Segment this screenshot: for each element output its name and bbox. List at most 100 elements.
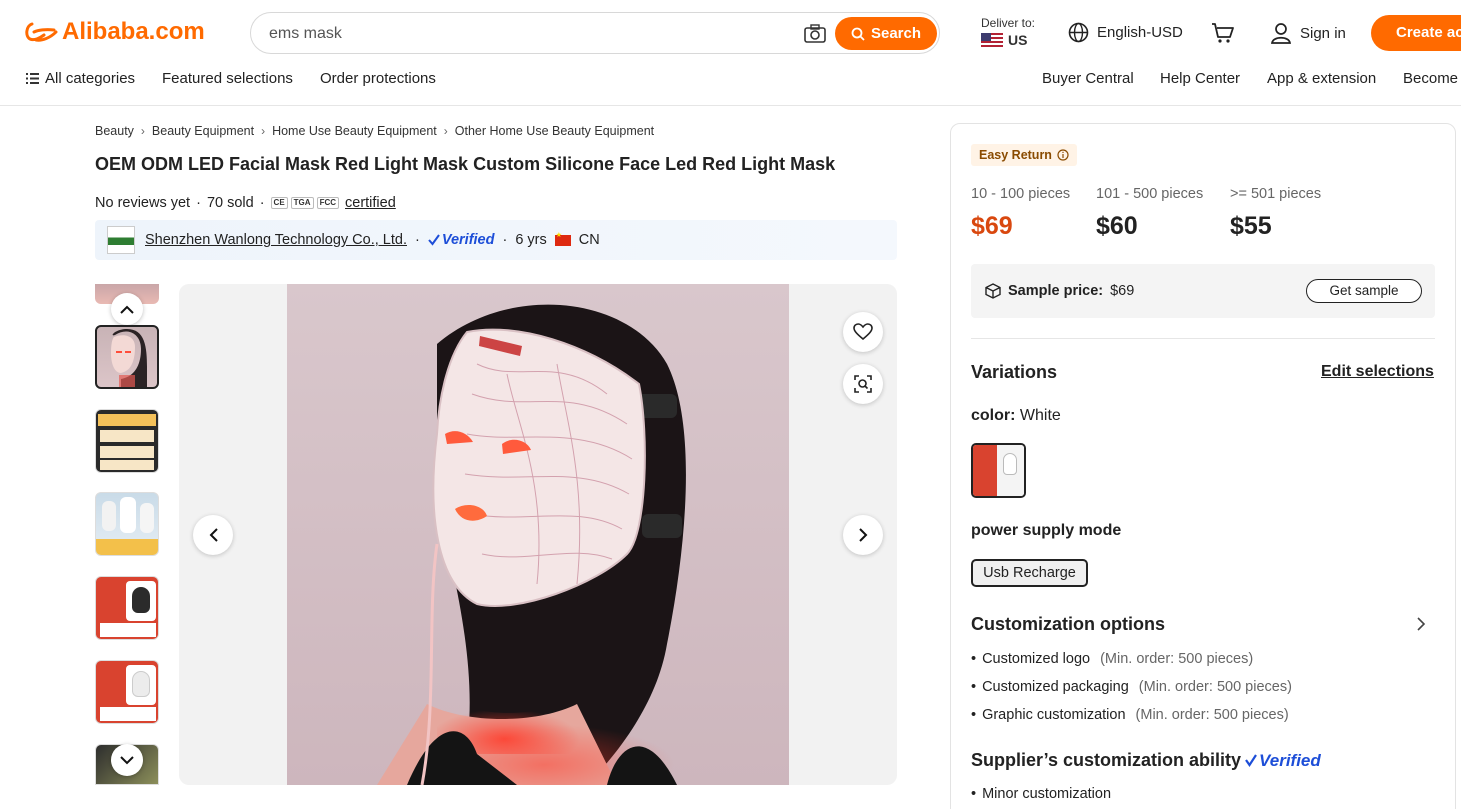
thumbnail[interactable]: [95, 409, 159, 473]
menu-icon: [26, 73, 39, 84]
usb-recharge-option[interactable]: Usb Recharge: [971, 559, 1088, 587]
chevron-down-icon: [120, 755, 134, 764]
search-icon: [851, 27, 865, 41]
price-tier-value: $69: [971, 212, 1013, 240]
nav-become-supplier[interactable]: Become: [1403, 70, 1458, 87]
thumbnail-active[interactable]: [95, 325, 159, 389]
verified-label: Verified: [441, 232, 495, 248]
product-image-gallery: [179, 284, 897, 785]
deliver-country: US: [1008, 32, 1028, 48]
easy-return-label: Easy Return: [979, 148, 1052, 162]
price-tier-value: $55: [1230, 212, 1272, 240]
customization-ability-name: Minor customization: [982, 786, 1112, 802]
camera-search-icon[interactable]: [803, 24, 827, 44]
nav-featured-selections[interactable]: Featured selections: [162, 70, 293, 87]
box-icon: [985, 283, 1001, 299]
favorite-button[interactable]: [843, 312, 883, 352]
supplier-name-link[interactable]: Shenzhen Wanlong Technology Co., Ltd.: [145, 232, 407, 248]
supplier-logo: [107, 226, 135, 254]
search-button[interactable]: Search: [835, 17, 937, 50]
chevron-right-icon[interactable]: [1417, 617, 1426, 631]
customization-min-order: (Min. order: 500 pieces): [1135, 707, 1289, 723]
search-input[interactable]: [269, 22, 789, 46]
customization-min-order: (Min. order: 500 pieces): [1138, 679, 1292, 695]
language-selector[interactable]: English-USD: [1068, 22, 1183, 43]
sample-price-box: Sample price: $69 Get sample: [971, 264, 1435, 318]
user-icon: [1271, 23, 1291, 44]
get-sample-button[interactable]: Get sample: [1306, 279, 1422, 303]
globe-icon: [1068, 22, 1089, 43]
breadcrumb-item[interactable]: Home Use Beauty Equipment: [272, 124, 437, 138]
thumbnail[interactable]: [95, 576, 159, 640]
sign-in-label: Sign in: [1300, 24, 1346, 42]
price-tier-range: >= 501 pieces: [1230, 186, 1322, 202]
color-label: color:: [971, 407, 1016, 424]
certified-link[interactable]: certified: [345, 195, 396, 211]
verified-check-icon: [1245, 753, 1257, 767]
bullet: •: [971, 707, 977, 723]
separator-dot: ·: [196, 195, 201, 211]
edit-selections-link[interactable]: Edit selections: [1321, 363, 1434, 381]
customization-item: • Graphic customization (Min. order: 500…: [971, 707, 1289, 723]
nav-app-extension[interactable]: App & extension: [1267, 70, 1376, 87]
chevron-right-icon: ›: [261, 124, 266, 138]
previous-image-button[interactable]: [193, 515, 233, 555]
separator-dot: ·: [414, 232, 420, 248]
customization-options-heading[interactable]: Customization options: [971, 614, 1165, 635]
deliver-to[interactable]: Deliver to: US: [981, 16, 1035, 47]
breadcrumb-item[interactable]: Other Home Use Beauty Equipment: [455, 124, 654, 138]
create-account-button[interactable]: Create ac: [1371, 15, 1461, 51]
us-flag-icon: [981, 33, 1003, 47]
all-categories-menu[interactable]: All categories: [26, 70, 135, 87]
product-main-image[interactable]: [287, 284, 789, 785]
supplier-country: CN: [578, 232, 600, 248]
info-icon: [1057, 149, 1069, 161]
alibaba-logo-icon: [25, 22, 58, 42]
sample-price-label: Sample price:: [1008, 283, 1104, 299]
separator-dot: ·: [502, 232, 508, 248]
color-attribute: color: White: [971, 407, 1061, 425]
sign-in-link[interactable]: Sign in: [1270, 22, 1346, 44]
bullet: •: [971, 786, 977, 802]
deliver-label: Deliver to:: [981, 16, 1036, 30]
nav-buyer-central[interactable]: Buyer Central: [1042, 70, 1134, 87]
alibaba-logo[interactable]: Alibaba.com: [24, 18, 205, 46]
all-categories-label: All categories: [45, 70, 136, 87]
image-search-button[interactable]: [843, 364, 883, 404]
supplier-years: 6 yrs: [515, 232, 547, 248]
thumbnails-up-button[interactable]: [111, 293, 143, 325]
price-tier-value: $60: [1096, 212, 1138, 240]
next-image-button[interactable]: [843, 515, 883, 555]
verified-badge[interactable]: Verified: [428, 232, 495, 248]
thumbnails-down-button[interactable]: [111, 744, 143, 776]
reviews-text[interactable]: No reviews yet: [95, 195, 190, 211]
nav-help-center[interactable]: Help Center: [1160, 70, 1240, 87]
price-tier-range: 10 - 100 pieces: [971, 186, 1071, 202]
nav-order-protections[interactable]: Order protections: [320, 70, 436, 87]
cn-flag-icon: [554, 231, 571, 246]
color-swatch-white[interactable]: [971, 443, 1026, 498]
cart-icon[interactable]: [1211, 22, 1235, 44]
heart-icon: [853, 323, 873, 341]
breadcrumb-item[interactable]: Beauty: [95, 124, 134, 138]
thumbnail[interactable]: [95, 492, 159, 556]
customization-min-order: (Min. order: 500 pieces): [1100, 651, 1254, 667]
breadcrumb-item[interactable]: Beauty Equipment: [152, 124, 254, 138]
bullet: •: [971, 679, 977, 695]
chevron-right-icon: ›: [140, 124, 145, 138]
purchase-panel: Easy Return 10 - 100 pieces 101 - 500 pi…: [950, 123, 1456, 809]
supplier-customization-title: Supplier’s customization ability: [971, 750, 1242, 770]
top-header: Alibaba.com Search Deliver to: US Englis…: [0, 0, 1461, 106]
cert-badges: CE TGA FCC: [270, 197, 340, 209]
easy-return-badge[interactable]: Easy Return: [971, 144, 1077, 166]
chevron-up-icon: [120, 305, 134, 314]
ce-badge-icon: CE: [270, 197, 288, 209]
thumbnail[interactable]: [95, 660, 159, 724]
verified-badge: Verified: [1245, 751, 1321, 771]
separator-dot: ·: [259, 195, 265, 211]
breadcrumb: Beauty › Beauty Equipment › Home Use Bea…: [95, 124, 654, 138]
verified-check-icon: [428, 234, 440, 246]
chevron-right-icon: ›: [443, 124, 448, 138]
customization-item: • Customized packaging (Min. order: 500 …: [971, 679, 1292, 695]
customization-item: • Customized logo (Min. order: 500 piece…: [971, 651, 1253, 667]
